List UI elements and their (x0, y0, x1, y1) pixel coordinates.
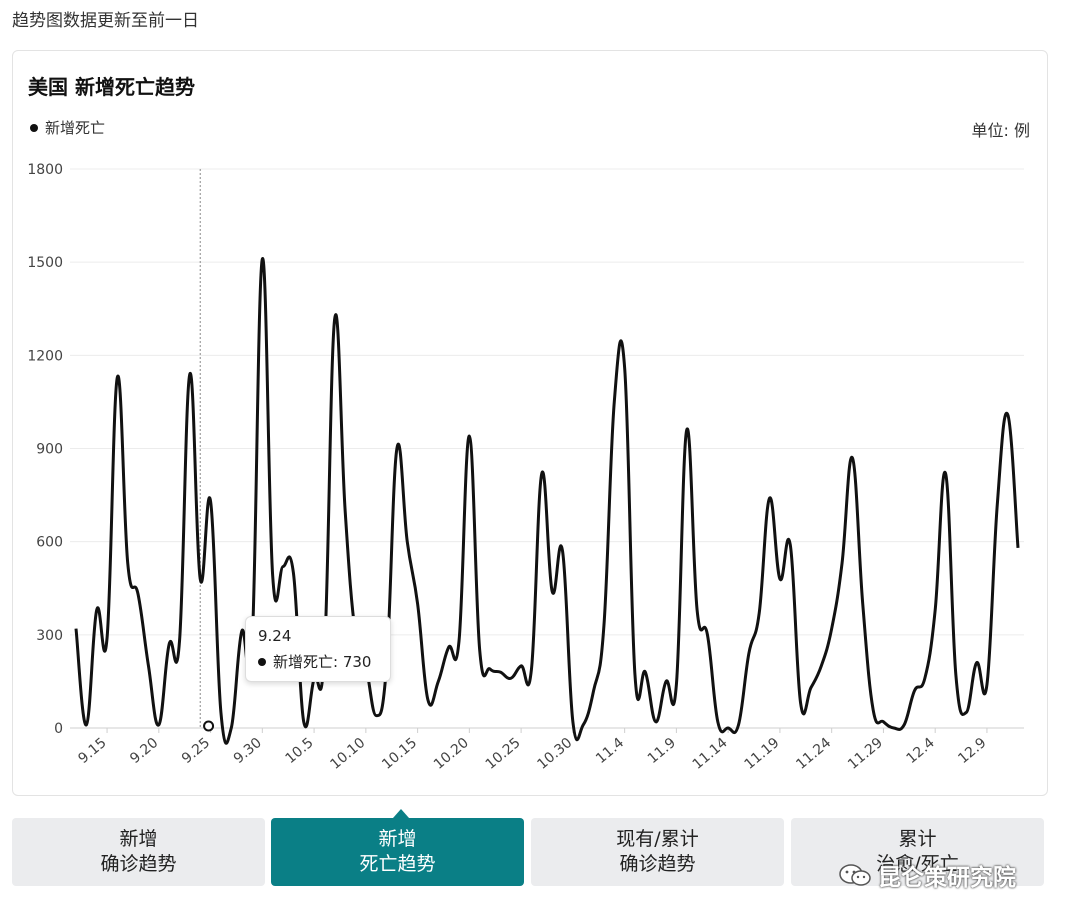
tab-new-deaths[interactable]: 新增 死亡趋势 (271, 818, 524, 886)
tab-current-cumulative-confirmed[interactable]: 现有/累计 确诊趋势 (531, 818, 784, 886)
x-tick-label: 10.25 (483, 735, 524, 773)
x-tick-label: 11.19 (741, 735, 782, 773)
y-tick-label: 900 (36, 442, 63, 458)
hover-marker (203, 720, 215, 732)
tab-line1: 新增 (378, 828, 417, 850)
x-tick-label: 11.9 (645, 735, 679, 767)
x-tick-label: 9.20 (127, 735, 161, 767)
series-line-new-deaths (74, 257, 1020, 745)
x-tick-label: 12.9 (955, 735, 989, 767)
x-tick-label: 9.30 (231, 735, 265, 767)
x-tick-label: 11.4 (593, 735, 627, 767)
x-tick-label: 10.15 (379, 735, 420, 773)
tooltip-value: 新增死亡: 730 (273, 653, 372, 671)
y-tick-label: 0 (54, 721, 63, 737)
x-tick-label: 10.5 (282, 735, 316, 767)
y-tick-label: 1800 (27, 162, 63, 178)
tab-line1: 新增 (119, 828, 158, 850)
y-tick-label: 600 (36, 535, 63, 551)
active-tab-pointer (393, 809, 409, 818)
x-tick-label: 12.4 (904, 735, 938, 767)
tab-line1: 累计 (898, 828, 937, 850)
tab-line2: 确诊趋势 (619, 853, 696, 875)
line-chart[interactable]: 0 300 600 900 1200 1500 1800 9.15 9.20 9.25 9.30 10… (0, 0, 1080, 800)
watermark: 昆仑策研究院 (838, 858, 1016, 892)
x-tick-label: 9.15 (75, 735, 109, 767)
y-tick-label: 1200 (27, 348, 63, 364)
y-tick-label: 300 (36, 628, 63, 644)
watermark-text: 昆仑策研究院 (878, 865, 1016, 891)
y-tick-label: 1500 (27, 255, 63, 271)
x-tick-label: 9.25 (179, 735, 213, 767)
tooltip-date: 9.24 (258, 627, 292, 645)
tooltip-dot-icon (258, 657, 266, 666)
wechat-icon (839, 864, 871, 886)
tab-new-confirmed[interactable]: 新增 确诊趋势 (12, 818, 265, 886)
x-tick-label: 10.10 (327, 735, 368, 773)
x-tick-label: 10.30 (534, 735, 575, 773)
tab-line2: 死亡趋势 (359, 853, 436, 875)
chart-tooltip: 9.24 新增死亡: 730 (245, 616, 391, 682)
x-tick-label: 11.14 (690, 735, 731, 773)
x-tick-label: 11.24 (793, 735, 834, 773)
tab-line1: 现有/累计 (616, 828, 699, 850)
tab-line2: 确诊趋势 (100, 853, 177, 875)
x-tick-label: 11.29 (845, 735, 886, 773)
x-tick-label: 10.20 (431, 735, 472, 773)
